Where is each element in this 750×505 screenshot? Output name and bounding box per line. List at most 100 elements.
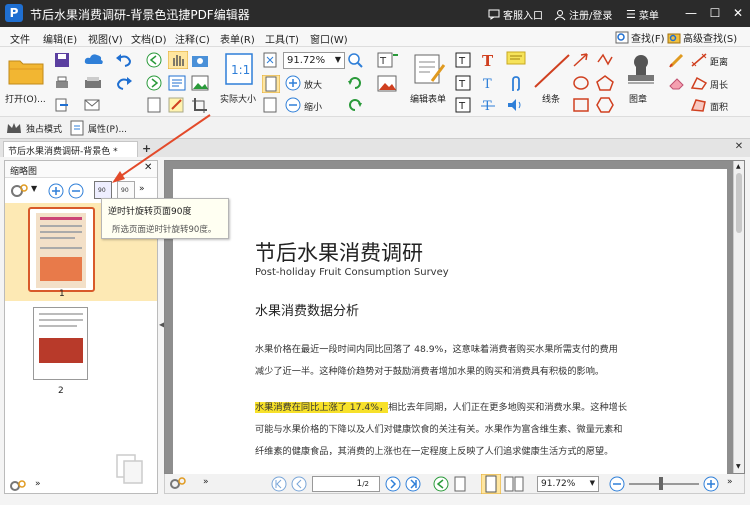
maximize-button[interactable]: ☐ [704, 4, 726, 22]
status-zoom-combobox[interactable]: 91.72% ▼ [537, 476, 599, 492]
status-zoom-in-icon[interactable] [703, 476, 719, 492]
fit-visible-icon[interactable] [262, 97, 278, 113]
strikethrough-icon[interactable]: T [480, 97, 496, 113]
typewriter-icon[interactable]: T [480, 52, 496, 68]
export-icon[interactable] [54, 97, 70, 113]
nav-forward-icon[interactable] [146, 75, 162, 91]
thumb-zoom-out-icon[interactable] [68, 183, 84, 199]
panel-close-button[interactable]: ✕ [144, 162, 152, 173]
zoom-slider-track[interactable] [629, 483, 699, 485]
insert-image-icon[interactable] [377, 75, 399, 93]
rotate-left-icon[interactable] [347, 97, 363, 113]
support-link[interactable]: 客服入口 [488, 7, 543, 22]
page-number-input[interactable]: 1/2 [312, 476, 380, 492]
scrollbar-thumb[interactable] [736, 173, 742, 233]
minimize-button[interactable]: — [680, 4, 702, 22]
folder-icon[interactable] [8, 55, 44, 85]
exclusive-mode-button[interactable]: 独占模式 [26, 122, 62, 135]
vertical-scrollbar[interactable]: ▲ ▼ [733, 161, 744, 473]
redo-icon[interactable] [115, 75, 133, 91]
zoom-in-label[interactable]: 放大 [304, 78, 322, 91]
insert-text-icon[interactable]: T [377, 52, 399, 70]
scan-icon[interactable] [84, 75, 102, 91]
rotate-ccw-button[interactable]: 90 [94, 181, 112, 199]
zoom-combobox[interactable]: 91.72% ▼ [283, 52, 345, 69]
text-field-icon[interactable]: T [455, 52, 471, 68]
attachment-icon[interactable] [508, 75, 524, 93]
find-button[interactable]: 查找(F) [615, 30, 665, 45]
menu-button[interactable]: ☰ 菜单 [626, 7, 659, 22]
save-icon[interactable] [54, 52, 70, 68]
text-highlight-icon[interactable]: T [480, 75, 496, 91]
thumbnail-page-1[interactable] [28, 207, 95, 292]
menu-form[interactable]: 表单(R) [220, 31, 255, 46]
rotate-cw-button[interactable]: 90 [117, 181, 135, 199]
status-zoom-out-icon[interactable] [609, 476, 625, 492]
panel-more-icon[interactable]: » [35, 479, 41, 489]
email-icon[interactable] [84, 97, 100, 113]
menu-comment[interactable]: 注释(C) [175, 31, 210, 46]
single-page-icon[interactable] [453, 476, 467, 492]
zoom-out-label[interactable]: 缩小 [304, 100, 322, 113]
edit-form-icon[interactable] [412, 53, 446, 85]
callout-icon[interactable]: T [455, 97, 471, 113]
doc-highlight[interactable]: 水果消费在同比上涨了 17.4%， [255, 402, 389, 413]
first-page-icon[interactable] [271, 476, 287, 492]
stamp-label[interactable]: 图章 [629, 92, 647, 105]
text-box-icon[interactable]: T [455, 75, 471, 91]
camera-icon[interactable] [191, 52, 209, 68]
more-chevron-icon[interactable]: » [139, 184, 145, 194]
pentagon-icon[interactable] [596, 75, 614, 91]
cloud-icon[interactable] [84, 52, 104, 66]
arrow-icon[interactable] [572, 52, 590, 68]
pencil-icon[interactable] [668, 52, 686, 68]
undo-icon[interactable] [115, 52, 133, 68]
crop-icon[interactable] [191, 97, 209, 113]
distance-label[interactable]: 距离 [710, 55, 728, 68]
scroll-up-icon[interactable]: ▲ [736, 163, 741, 170]
print-icon[interactable] [54, 75, 70, 91]
panel-options-gear-icon[interactable] [9, 479, 27, 493]
continuous-page-icon[interactable] [481, 474, 501, 494]
last-page-icon[interactable] [405, 476, 421, 492]
actual-size-label[interactable]: 实际大小 [220, 92, 256, 105]
thumbnail-page-2[interactable] [33, 307, 88, 380]
login-link[interactable]: 注册/登录 [554, 7, 612, 22]
eraser-icon[interactable] [668, 75, 686, 91]
options-chevron-icon[interactable]: ▼ [31, 184, 37, 193]
menu-tools[interactable]: 工具(T) [265, 31, 299, 46]
stamp-icon[interactable] [625, 53, 657, 87]
line-label[interactable]: 线条 [542, 92, 560, 105]
menu-edit[interactable]: 编辑(E) [43, 31, 77, 46]
status-more-icon[interactable]: » [203, 477, 209, 487]
perimeter-icon[interactable] [690, 75, 708, 91]
hand-tool-icon[interactable] [168, 51, 188, 69]
edit-form-label[interactable]: 编辑表单 [410, 92, 446, 105]
menu-document[interactable]: 文档(D) [131, 31, 167, 46]
history-back-icon[interactable] [433, 476, 449, 492]
new-tab-button[interactable]: + [142, 142, 151, 155]
annotate-icon[interactable] [168, 97, 186, 113]
page-view-icon[interactable] [146, 97, 162, 113]
sound-icon[interactable] [506, 97, 524, 113]
menu-file[interactable]: 文件 [10, 31, 30, 46]
properties-button[interactable]: 属性(P)... [88, 122, 127, 135]
polygon-line-icon[interactable] [596, 52, 614, 68]
nav-back-icon[interactable] [146, 52, 162, 68]
close-tab-button[interactable]: ✕ [732, 140, 746, 154]
fit-width-icon[interactable] [262, 75, 280, 93]
note-icon[interactable] [506, 51, 526, 67]
next-page-icon[interactable] [385, 476, 401, 492]
area-label[interactable]: 面积 [710, 100, 728, 113]
select-image-icon[interactable] [191, 75, 209, 91]
close-window-button[interactable]: ✕ [727, 4, 749, 22]
zoom-out-icon[interactable] [285, 97, 301, 113]
polygon-icon[interactable] [596, 97, 614, 113]
scroll-down-icon[interactable]: ▼ [736, 463, 741, 470]
select-text-icon[interactable] [168, 75, 186, 91]
thumb-zoom-in-icon[interactable] [48, 183, 64, 199]
menu-view[interactable]: 视图(V) [88, 31, 123, 46]
menu-window[interactable]: 窗口(W) [310, 31, 348, 46]
options-gear-icon[interactable] [11, 183, 29, 199]
zoom-slider-thumb[interactable] [659, 477, 663, 490]
